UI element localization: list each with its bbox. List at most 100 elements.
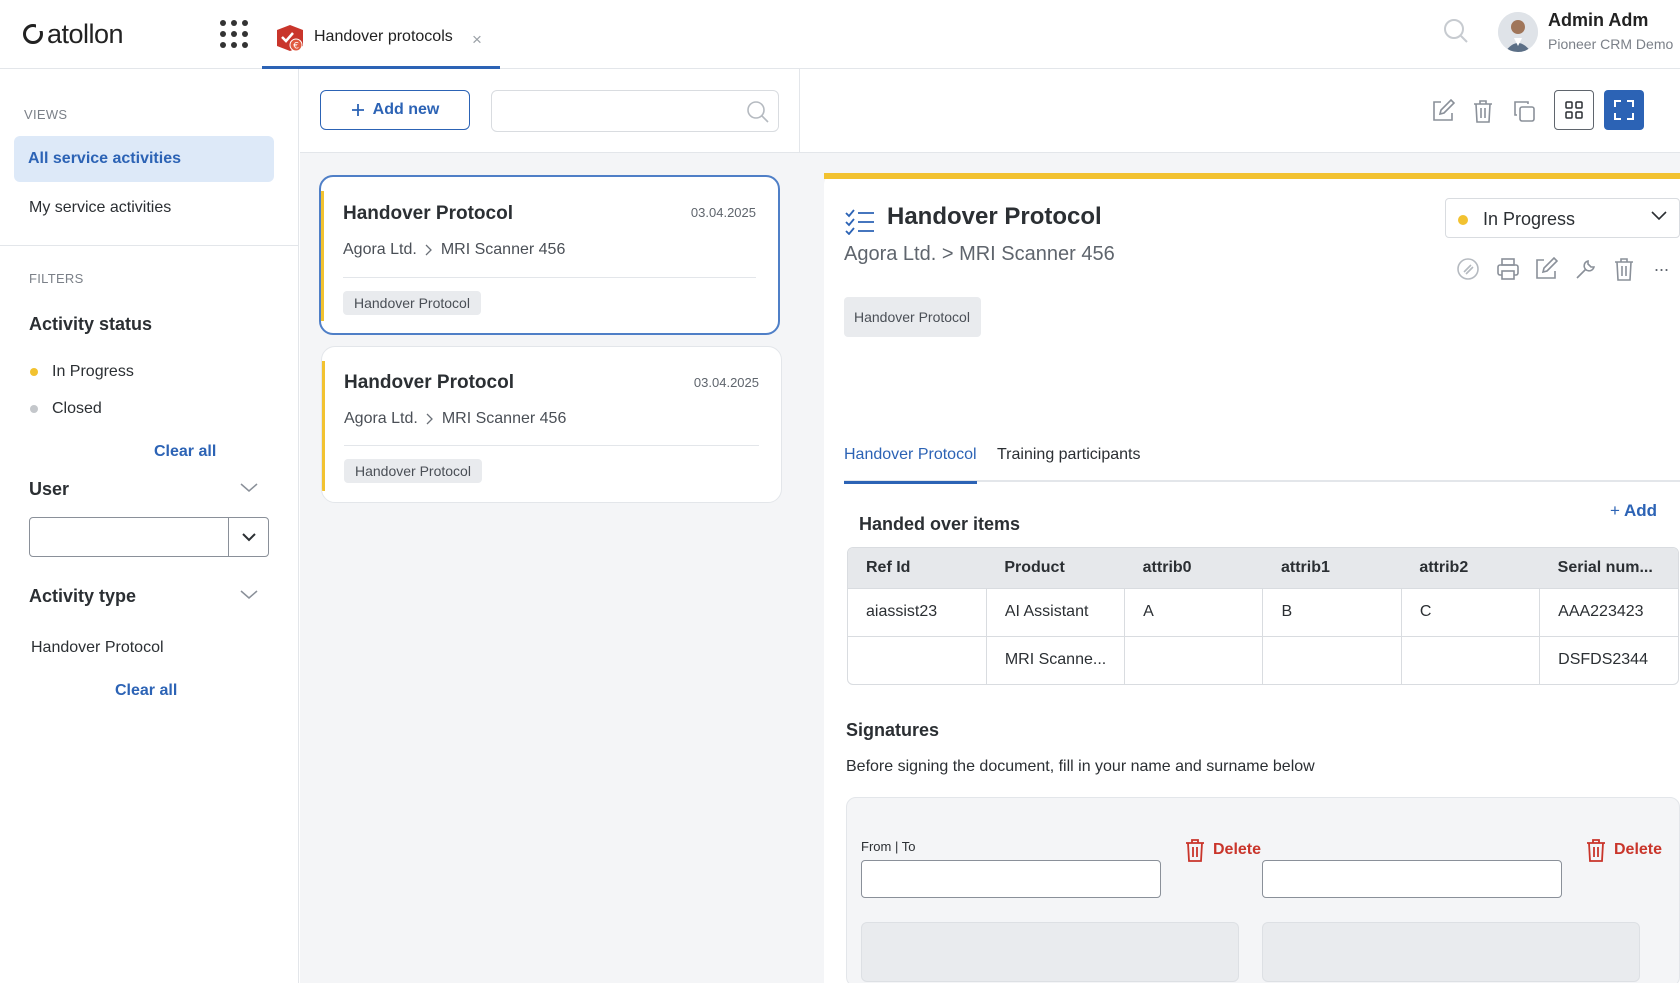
attachment-icon[interactable]	[1456, 257, 1480, 281]
column-header[interactable]: attrib2	[1401, 548, 1540, 588]
status-filter-closed[interactable]: Closed	[30, 400, 102, 418]
delete-signature-button-1[interactable]: Delete	[1185, 838, 1261, 862]
status-filter-label: Closed	[52, 400, 102, 417]
tab-training-participants[interactable]: Training participants	[997, 446, 1140, 464]
detail-breadcrumb[interactable]: Agora Ltd. > MRI Scanner 456	[844, 243, 1115, 266]
tab-handover-protocols[interactable]: € Handover protocols ×	[262, 0, 500, 69]
card-title: Handover Protocol	[343, 203, 513, 224]
table-cell[interactable]	[848, 635, 987, 684]
user-filter-select[interactable]	[29, 517, 269, 557]
wrench-icon[interactable]	[1574, 257, 1598, 281]
dropdown-arrow-icon[interactable]	[228, 518, 268, 556]
status-stripe	[321, 191, 324, 321]
card-divider	[343, 277, 756, 278]
signature-pad-2[interactable]	[1262, 922, 1640, 982]
search-icon	[746, 100, 770, 124]
activity-list-pane: Add new Handover Protocol 03.04.2025 Ago…	[300, 69, 800, 983]
card-title: Handover Protocol	[344, 372, 514, 393]
fullscreen-button[interactable]	[1604, 90, 1644, 130]
grid-icon	[1565, 101, 1583, 119]
signature-pad-1[interactable]	[861, 922, 1239, 982]
chevron-down-icon[interactable]	[240, 590, 258, 600]
table-row[interactable]: MRI Scanne... DSFDS2344	[848, 635, 1678, 684]
signatures-hint: Before signing the document, fill in you…	[846, 758, 1315, 775]
tab-close-icon[interactable]: ×	[472, 30, 482, 50]
trash-icon[interactable]	[1473, 99, 1493, 123]
card-date: 03.04.2025	[690, 205, 756, 220]
table-cell[interactable]	[1124, 635, 1263, 684]
status-dot-icon	[1458, 215, 1468, 225]
view-my-service-activities[interactable]: My service activities	[29, 199, 171, 217]
edit-icon[interactable]	[1431, 99, 1455, 123]
views-heading: VIEWS	[24, 107, 68, 122]
column-header[interactable]: Serial num...	[1539, 548, 1678, 588]
activity-status-title: Activity status	[29, 314, 153, 334]
clear-type-filter-link[interactable]: Clear all	[115, 682, 177, 700]
from-to-label: From | To	[861, 839, 916, 854]
avatar[interactable]	[1498, 12, 1538, 52]
more-actions-icon[interactable]: ...	[1654, 255, 1669, 276]
table-cell[interactable]: aiassist23	[848, 587, 987, 636]
activity-card[interactable]: Handover Protocol 03.04.2025 Agora Ltd. …	[321, 346, 782, 503]
tab-handover-protocol[interactable]: Handover Protocol	[844, 446, 977, 484]
table-cell[interactable]	[1262, 635, 1402, 684]
app-launcher-icon[interactable]	[220, 20, 248, 48]
delete-label: Delete	[1614, 841, 1663, 858]
status-dropdown[interactable]: In Progress	[1445, 198, 1680, 238]
add-item-label: Add	[1623, 501, 1657, 520]
delete-signature-button-2[interactable]: Delete	[1586, 838, 1662, 862]
list-toolbar: Add new	[300, 69, 800, 153]
atollon-logo[interactable]: atollon	[22, 16, 124, 52]
signer-name-input-2[interactable]	[1262, 860, 1562, 898]
trash-icon	[1186, 839, 1204, 862]
add-new-button[interactable]: Add new	[320, 90, 470, 130]
card-path: Agora Ltd. MRI Scanner 456	[344, 410, 566, 428]
checklist-icon	[845, 209, 875, 235]
detail-pane: Handover Protocol Agora Ltd. > MRI Scann…	[800, 69, 1680, 983]
activity-type-handover-protocol[interactable]: Handover Protocol	[31, 639, 164, 657]
clear-status-filter-link[interactable]: Clear all	[154, 443, 216, 461]
table-cell[interactable]: MRI Scanne...	[985, 635, 1125, 684]
column-header[interactable]: Ref Id	[848, 548, 987, 588]
tab-label: Handover protocols	[314, 28, 453, 45]
grid-view-button[interactable]	[1554, 90, 1594, 130]
table-row[interactable]: aiassist23 AI Assistant A B C AAA223423	[848, 587, 1678, 636]
table-cell[interactable]	[1400, 635, 1540, 684]
activity-detail: Handover Protocol Agora Ltd. > MRI Scann…	[824, 173, 1680, 983]
global-search-icon[interactable]	[1443, 18, 1469, 44]
print-icon[interactable]	[1496, 257, 1520, 281]
column-header[interactable]: attrib0	[1124, 548, 1263, 588]
column-header[interactable]: attrib1	[1262, 548, 1402, 588]
trash-icon[interactable]	[1614, 257, 1634, 281]
table-cell[interactable]: A	[1124, 587, 1263, 636]
fullscreen-icon	[1614, 100, 1634, 120]
signatures-panel: From | To Delete Delete	[846, 797, 1680, 983]
view-all-service-activities[interactable]: All service activities	[14, 136, 274, 182]
table-cell[interactable]: B	[1262, 587, 1402, 636]
table-cell[interactable]: AAA223423	[1539, 587, 1678, 636]
activity-card-selected[interactable]: Handover Protocol 03.04.2025 Agora Ltd. …	[319, 175, 780, 335]
table-cell[interactable]: DSFDS2344	[1539, 635, 1678, 684]
add-new-label: Add new	[372, 101, 440, 118]
plus-icon	[351, 104, 364, 116]
card-object: MRI Scanner 456	[440, 241, 566, 258]
copy-icon[interactable]	[1512, 99, 1536, 123]
signer-name-input-1[interactable]	[861, 860, 1161, 898]
logo-text: atollon	[47, 18, 124, 49]
top-bar: atollon € Handover protocols × Admin Adm…	[0, 0, 1680, 69]
status-filter-in-progress[interactable]: In Progress	[30, 363, 134, 381]
table-header-row: Ref Id Product attrib0 attrib1 attrib2 S…	[848, 548, 1678, 588]
edit-icon[interactable]	[1534, 257, 1558, 281]
column-header[interactable]: Product	[986, 548, 1125, 588]
table-cell[interactable]: AI Assistant	[985, 587, 1125, 636]
status-dot-icon	[30, 368, 38, 376]
logo-mark-icon	[23, 24, 43, 44]
activity-type-title: Activity type	[29, 586, 137, 606]
table-cell[interactable]: C	[1400, 587, 1540, 636]
chevron-down-icon[interactable]	[240, 483, 258, 493]
user-name: Admin Adm	[1548, 10, 1649, 30]
card-tag: Handover Protocol	[344, 459, 482, 483]
card-path: Agora Ltd. MRI Scanner 456	[343, 241, 565, 259]
list-search-input[interactable]	[491, 90, 779, 132]
add-item-button[interactable]: + Add	[1610, 501, 1657, 521]
